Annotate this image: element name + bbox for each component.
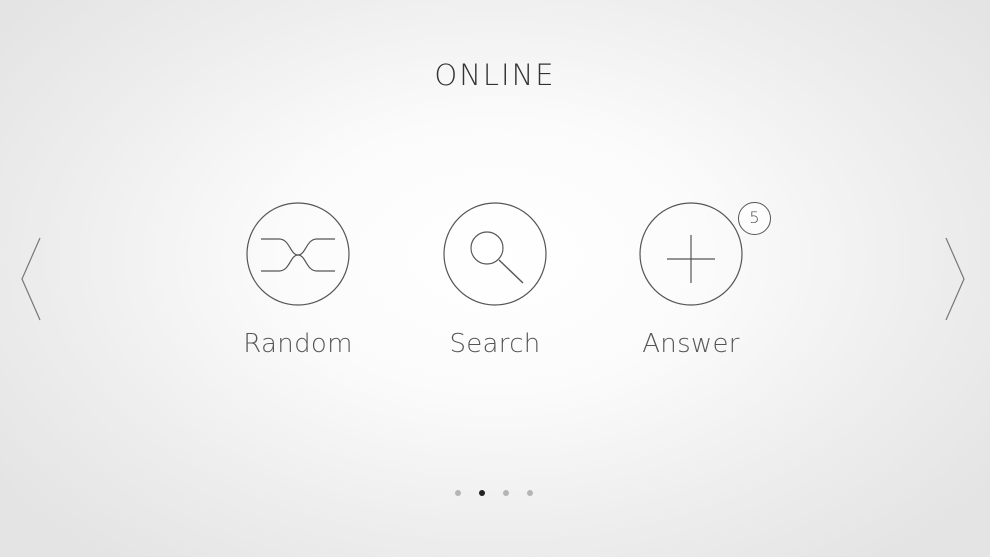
answer-button[interactable]: 5 Answer	[611, 202, 771, 372]
search-button[interactable]: Search	[415, 202, 575, 372]
random-circle	[246, 202, 350, 306]
answer-label: Answer	[642, 329, 740, 359]
random-button[interactable]: Random	[218, 202, 378, 372]
plus-icon	[639, 202, 743, 306]
page-dot-4[interactable]	[527, 490, 533, 496]
search-label: Search	[449, 329, 541, 359]
chevron-left-icon	[21, 237, 41, 321]
answer-circle: 5	[639, 202, 771, 306]
notification-badge: 5	[738, 202, 771, 235]
page-dot-3[interactable]	[503, 490, 509, 496]
page-title: ONLINE	[434, 58, 556, 92]
magnifier-icon	[443, 202, 547, 306]
page-dot-2[interactable]	[479, 490, 485, 496]
next-page-button[interactable]	[944, 236, 968, 322]
previous-page-button[interactable]	[18, 236, 42, 322]
search-circle	[443, 202, 547, 306]
shuffle-icon	[246, 202, 350, 306]
page-indicator	[455, 489, 533, 497]
random-label: Random	[243, 329, 353, 359]
page-dot-1[interactable]	[455, 490, 461, 496]
chevron-right-icon	[945, 237, 965, 321]
